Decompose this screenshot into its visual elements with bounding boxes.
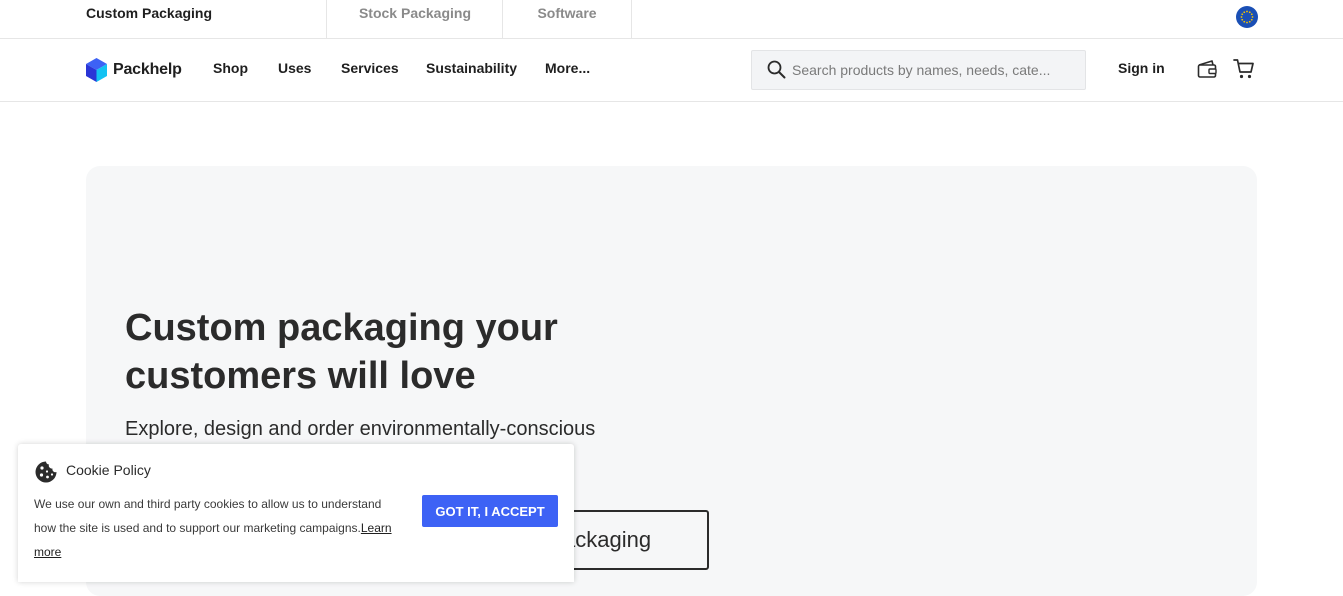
search-box[interactable] (751, 50, 1086, 90)
nav-more[interactable]: More... (545, 60, 590, 76)
packhelp-cube-icon (86, 58, 107, 82)
search-icon (767, 60, 786, 79)
eu-flag-icon[interactable] (1236, 6, 1258, 28)
cart-icon[interactable] (1233, 58, 1255, 80)
nav-uses[interactable]: Uses (278, 60, 311, 76)
hero-title: Custom packaging your customers will lov… (125, 307, 558, 397)
accept-cookies-button[interactable]: GOT IT, I ACCEPT (422, 495, 558, 527)
cookie-icon (35, 461, 57, 483)
cookie-text-body: We use our own and third party cookies t… (34, 497, 382, 535)
cookie-banner: Cookie Policy We use our own and third p… (18, 444, 574, 582)
nav-services[interactable]: Services (341, 60, 399, 76)
top-tab-bar: Custom Packaging Stock Packaging Softwar… (0, 0, 1343, 39)
search-input[interactable] (792, 51, 1072, 89)
hero-subtitle: Explore, design and order environmentall… (125, 418, 596, 440)
tab-stock-packaging[interactable]: Stock Packaging (326, 0, 503, 38)
brand-name: Packhelp (113, 61, 182, 78)
packhelp-logo[interactable]: Packhelp (86, 58, 182, 82)
tab-software[interactable]: Software (502, 0, 632, 38)
tab-custom-packaging[interactable]: Custom Packaging (86, 0, 212, 38)
cookie-text: We use our own and third party cookies t… (34, 492, 404, 564)
wallet-icon[interactable] (1197, 59, 1218, 79)
cookie-title: Cookie Policy (66, 462, 151, 478)
main-navbar: Packhelp Shop Uses Services Sustainabili… (0, 39, 1343, 102)
sign-in-link[interactable]: Sign in (1118, 60, 1165, 76)
nav-shop[interactable]: Shop (213, 60, 248, 76)
nav-sustainability[interactable]: Sustainability (426, 60, 517, 76)
